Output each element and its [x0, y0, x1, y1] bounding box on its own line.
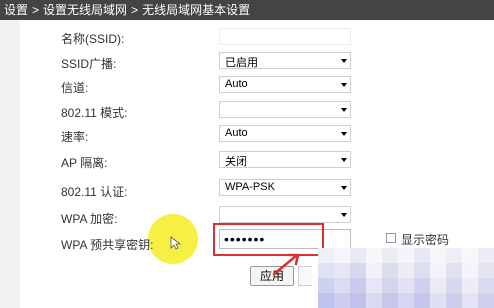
ap-isolation-value: 关闭	[225, 156, 247, 168]
show-password-label: 显示密码	[401, 233, 450, 247]
wpa-encryption-label: WPA 加密:	[61, 212, 118, 226]
wpa-psk-label: WPA 预共享密钥:	[61, 238, 154, 252]
mouse-pointer-icon	[170, 236, 182, 250]
channel-select[interactable]: Auto	[219, 76, 351, 93]
breadcrumb: 设置 > 设置无线局域网 > 无线局域网基本设置	[0, 0, 494, 20]
channel-label: 信道:	[61, 81, 89, 95]
wpa-encryption-select[interactable]	[219, 206, 351, 223]
ssid-broadcast-value: 已启用	[225, 57, 258, 69]
breadcrumb-item-settings[interactable]: 设置	[4, 3, 28, 17]
auth-value: WPA-PSK	[225, 181, 275, 193]
watermark-mosaic	[318, 248, 494, 308]
chevron-down-icon	[341, 213, 347, 217]
rate-label: 速率:	[61, 130, 89, 144]
ssid-broadcast-label: SSID广播:	[61, 57, 117, 71]
show-password-checkbox[interactable]	[386, 233, 396, 243]
auth-select[interactable]: WPA-PSK	[219, 179, 351, 196]
breadcrumb-separator: >	[131, 3, 139, 17]
chevron-down-icon	[341, 158, 347, 162]
ssid-broadcast-select[interactable]: 已启用	[219, 52, 351, 69]
red-arrow-annotation-icon	[272, 253, 300, 276]
chevron-down-icon	[341, 132, 347, 136]
rate-select[interactable]: Auto	[219, 125, 351, 142]
wireless-mode-label: 802.11 模式:	[61, 106, 128, 120]
channel-value: Auto	[225, 78, 248, 90]
chevron-down-icon	[341, 186, 347, 190]
breadcrumb-item-wlan-basic: 无线局域网基本设置	[142, 3, 251, 17]
breadcrumb-item-wlan-settings[interactable]: 设置无线局域网	[43, 3, 127, 17]
chevron-down-icon	[341, 108, 347, 112]
ap-isolation-select[interactable]: 关闭	[219, 151, 351, 168]
chevron-down-icon	[341, 83, 347, 87]
auth-label: 802.11 认证:	[61, 185, 128, 199]
chevron-down-icon	[341, 59, 347, 63]
ap-isolation-label: AP 隔离:	[61, 156, 108, 170]
breadcrumb-separator: >	[32, 3, 40, 17]
ssid-input[interactable]	[219, 28, 351, 45]
wireless-mode-select[interactable]	[219, 101, 351, 118]
rate-value: Auto	[225, 127, 248, 139]
ssid-label: 名称(SSID):	[61, 32, 125, 46]
